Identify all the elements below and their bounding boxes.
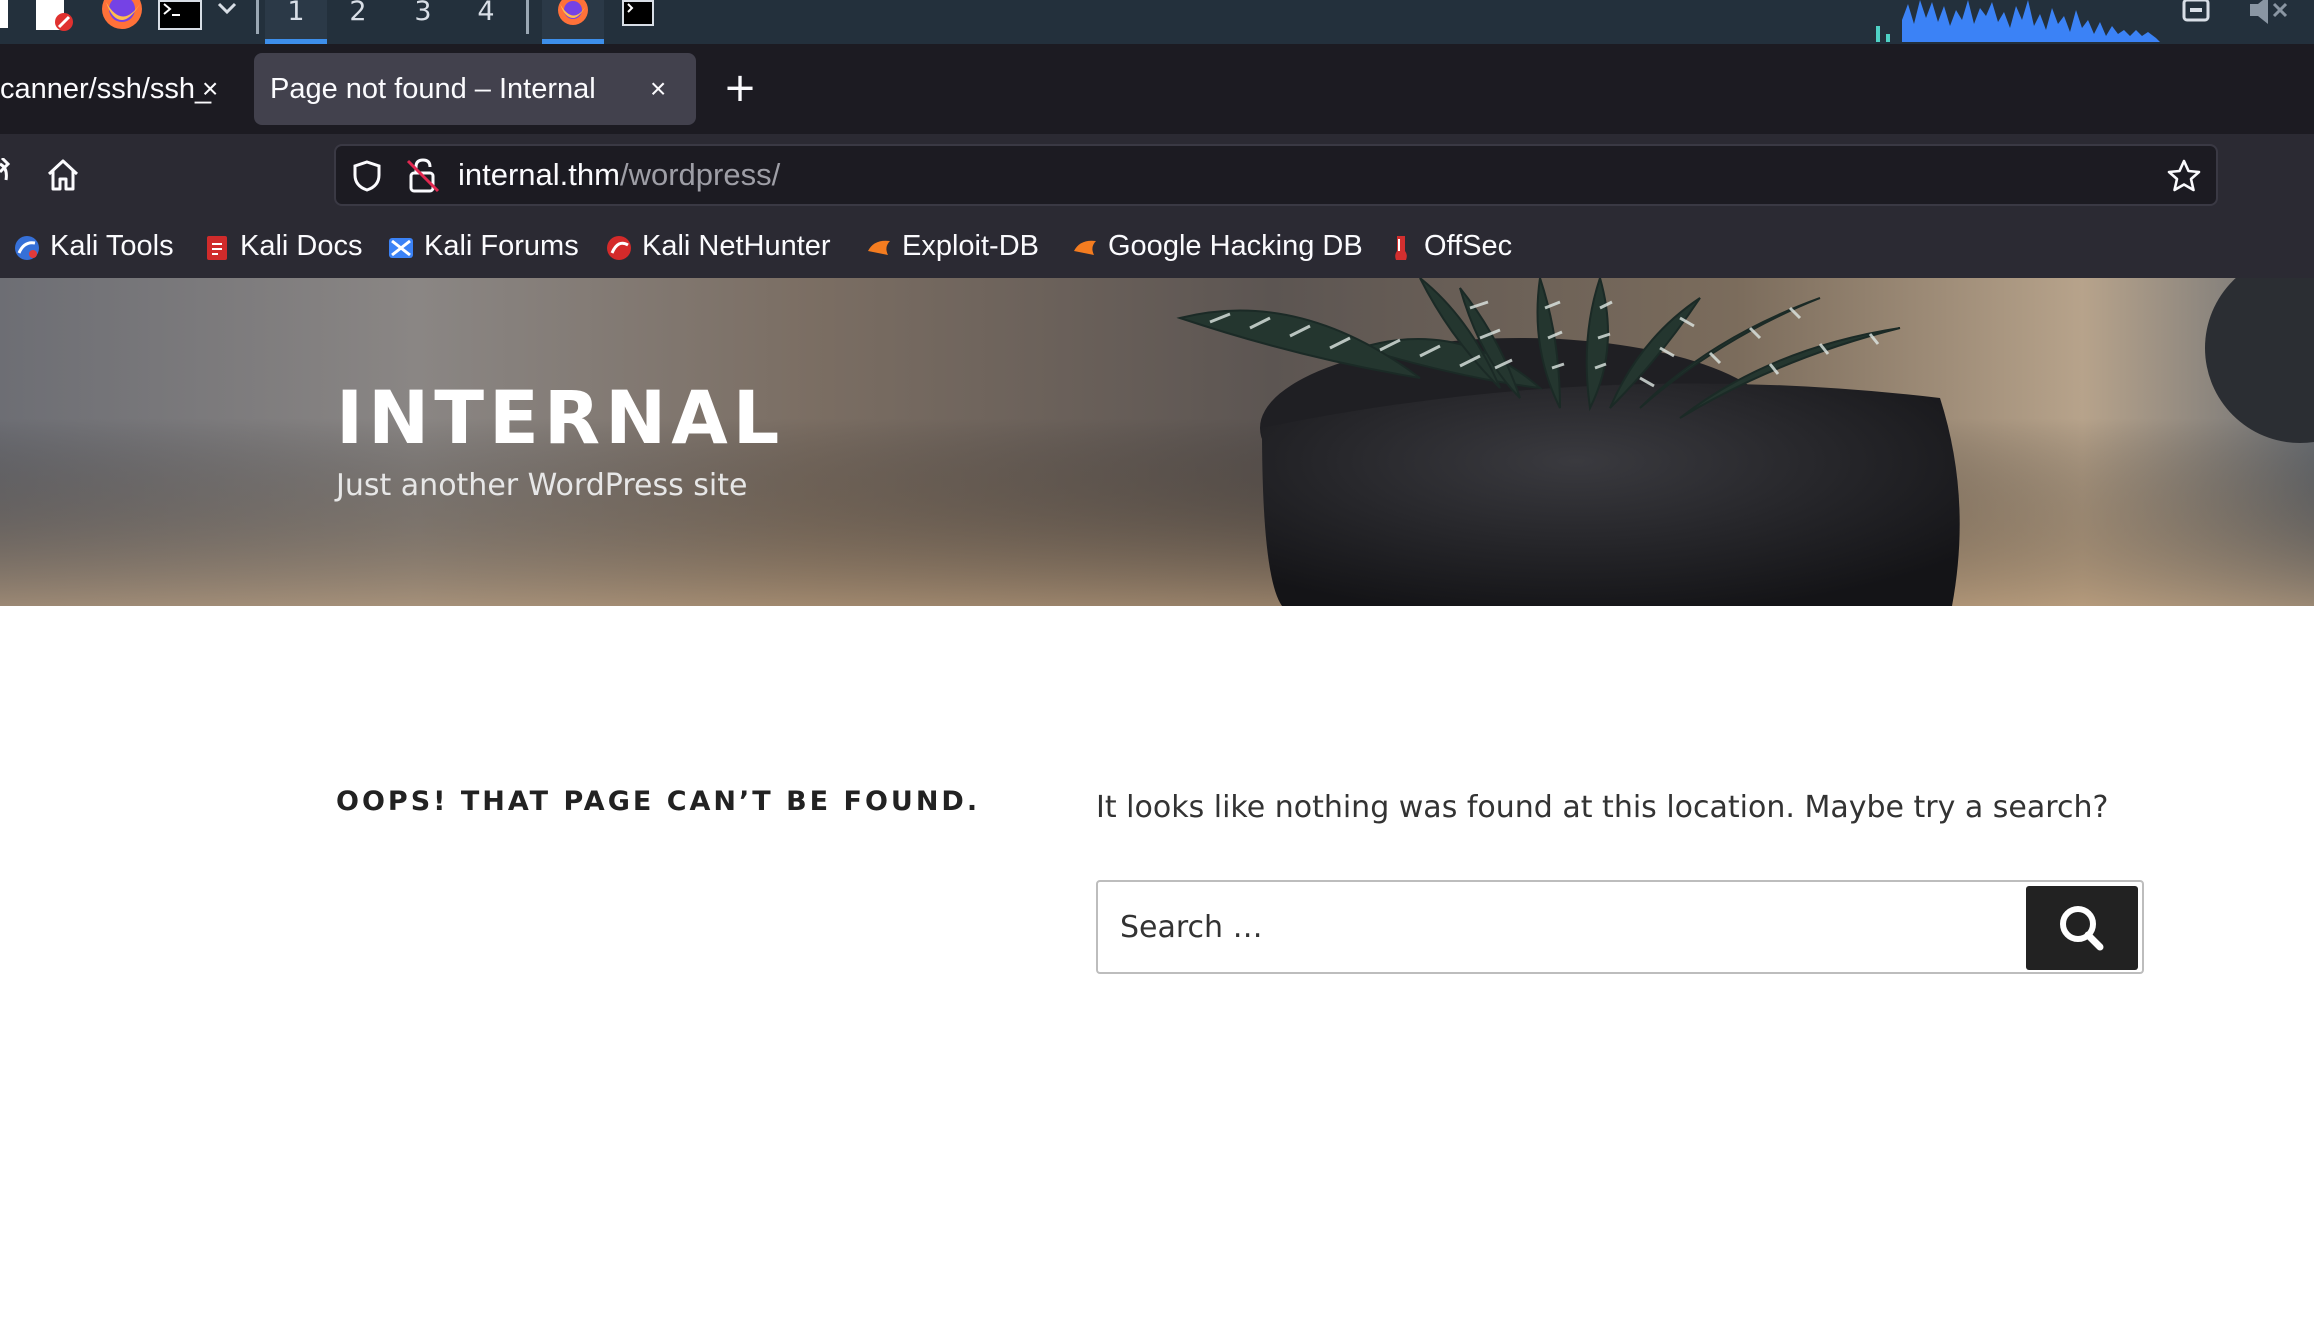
firefox-window-icon[interactable] xyxy=(542,0,604,44)
tab-page-not-found[interactable]: Page not found – Internal × xyxy=(254,53,696,125)
panel-separator xyxy=(526,0,529,34)
google-hacking-db-icon xyxy=(1074,240,1096,255)
workspace-3[interactable]: 3 xyxy=(392,0,454,44)
bookmark-label: Google Hacking DB xyxy=(1108,230,1363,262)
error-title: OOPS! THAT PAGE CAN’T BE FOUND. xyxy=(336,786,981,817)
os-top-panel: 1 2 3 4 xyxy=(0,0,2314,44)
tab-close-icon[interactable]: × xyxy=(650,53,666,125)
cpu-monitor-graph xyxy=(1876,0,2160,42)
tab-close-icon[interactable]: × xyxy=(202,53,218,125)
home-icon[interactable] xyxy=(44,156,82,194)
text-editor-icon[interactable] xyxy=(36,0,74,32)
terminal-window-icon[interactable] xyxy=(622,0,654,26)
workspace-1[interactable]: 1 xyxy=(265,0,327,44)
bookmark-label: Kali Forums xyxy=(424,230,579,262)
bookmark-label: Exploit-DB xyxy=(902,230,1039,262)
tab-label: canner/ssh/ssh_ xyxy=(0,73,212,105)
search-form xyxy=(1096,880,2144,974)
site-description: Just another WordPress site xyxy=(336,468,748,503)
exploit-db-icon xyxy=(868,240,890,255)
header-banner: INTERNAL Just another WordPress site xyxy=(0,278,2314,606)
firefox-icon[interactable] xyxy=(100,0,144,30)
search-input[interactable] xyxy=(1098,882,2028,972)
address-bar[interactable]: internal.thm/wordpress/ xyxy=(334,144,2218,206)
tab-metasploit[interactable]: canner/ssh/ssh_ × xyxy=(0,53,238,125)
insecure-lock-icon[interactable] xyxy=(406,157,440,195)
bookmarks-toolbar: Kali Tools Kali Docs Kali Forums Kali Ne… xyxy=(0,216,2314,278)
web-page: INTERNAL Just another WordPress site OOP… xyxy=(0,278,2314,1330)
kali-nethunter-icon xyxy=(607,236,631,260)
bookmark-star-icon[interactable] xyxy=(2166,158,2202,194)
dropdown-chevron-icon[interactable] xyxy=(216,0,238,20)
not-found-message: It looks like nothing was found at this … xyxy=(1096,790,2109,825)
new-tab-button[interactable]: + xyxy=(716,66,764,114)
search-icon xyxy=(2060,906,2104,951)
offsec-icon xyxy=(1395,236,1407,260)
tracking-protection-shield-icon[interactable] xyxy=(350,159,384,193)
search-submit-button[interactable] xyxy=(2026,886,2138,970)
app-launcher-icon[interactable] xyxy=(0,0,8,28)
bookmark-label: OffSec xyxy=(1424,230,1513,262)
url-text[interactable]: internal.thm/wordpress/ xyxy=(458,146,780,204)
bookmark-label: Kali Tools xyxy=(50,230,174,262)
workspace-2[interactable]: 2 xyxy=(327,0,389,44)
clipboard-icon[interactable] xyxy=(2180,0,2212,24)
tab-label: Page not found – Internal xyxy=(270,73,596,105)
bookmark-label: Kali Docs xyxy=(240,230,363,262)
url-host: internal.thm xyxy=(458,157,620,192)
kali-forums-icon xyxy=(389,238,413,258)
terminal-icon[interactable] xyxy=(158,0,202,30)
site-title[interactable]: INTERNAL xyxy=(336,376,784,461)
url-path: /wordpress/ xyxy=(619,157,781,192)
workspace-4[interactable]: 4 xyxy=(455,0,517,44)
volume-muted-icon[interactable] xyxy=(2248,0,2288,28)
kali-docs-icon xyxy=(207,236,227,260)
navigation-toolbar: internal.thm/wordpress/ xyxy=(0,134,2314,216)
browser-tab-strip: canner/ssh/ssh_ × Page not found – Inter… xyxy=(0,44,2314,134)
panel-separator xyxy=(256,0,259,34)
reload-icon[interactable] xyxy=(0,156,20,192)
kali-tools-icon xyxy=(15,236,39,260)
bookmark-label: Kali NetHunter xyxy=(642,230,831,262)
